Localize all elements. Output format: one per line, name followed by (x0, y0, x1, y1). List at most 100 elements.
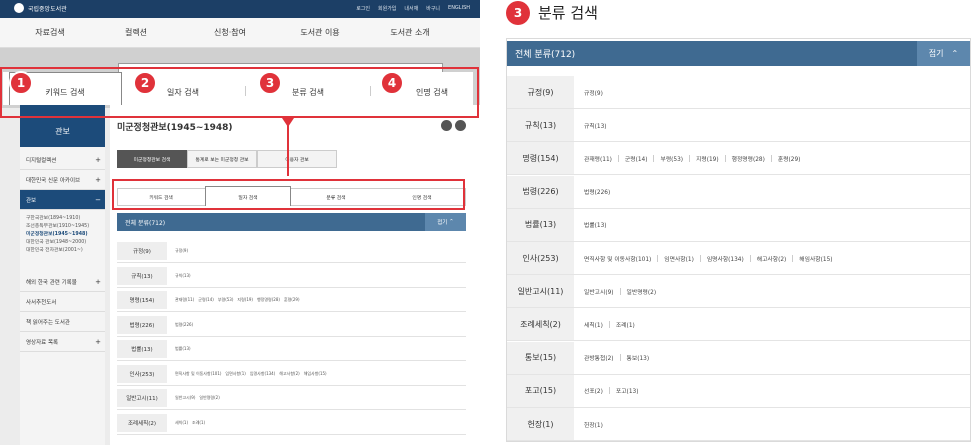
gnb-item[interactable]: 신청·참여 (214, 27, 246, 38)
lnb-sub-item[interactable]: 구한국관보(1894~1910) (26, 214, 80, 221)
category-label[interactable]: 통보(15) (507, 341, 574, 374)
small-subcategory-link[interactable]: 해고사항(2) (279, 371, 299, 377)
util-link[interactable]: 로그인 (356, 5, 370, 12)
small-subcategory-link[interactable]: 임명사항(134) (250, 371, 275, 377)
subcategory-link[interactable]: 임명사항(134) (707, 254, 744, 263)
subcategory-link[interactable]: 세칙(1) (584, 320, 603, 329)
small-subcategory-link[interactable]: 관재령(11) (175, 297, 194, 303)
gnb-item[interactable]: 컬렉션 (125, 27, 147, 38)
small-subcategory-link[interactable]: 해임사항(15) (304, 371, 327, 377)
category-label[interactable]: 규칙(13) (507, 109, 574, 142)
small-subcategory-link[interactable]: 지령(19) (237, 297, 253, 303)
gnb-item[interactable]: 자료검색 (35, 27, 64, 38)
small-category-label[interactable]: 법령(226) (117, 315, 167, 334)
subcategory-link[interactable]: 해고사항(2) (757, 254, 787, 263)
category-label[interactable]: 명령(154) (507, 142, 574, 175)
small-category-items: 규칙(13) (175, 264, 191, 288)
lnb-item[interactable]: 대한민국 신문 아카이브 + (20, 170, 105, 190)
util-link[interactable]: ENGLISH (448, 5, 470, 12)
subcategory-link[interactable]: 관방통첩(2) (584, 353, 614, 362)
small-category-label[interactable]: 명령(154) (117, 291, 167, 309)
gnb-item[interactable]: 도서관 이용 (300, 27, 339, 38)
small-subcategory-link[interactable]: 훈령(29) (284, 297, 300, 303)
subcategory-link[interactable]: 법령(226) (584, 187, 610, 196)
small-category-items: 법률(13) (175, 337, 191, 361)
small-category-label[interactable]: 일반고시(11) (117, 389, 167, 407)
small-subcategory-link[interactable]: 일반명령(2) (199, 395, 219, 401)
subcategory-link[interactable]: 통보(13) (627, 353, 650, 362)
subcategory-link[interactable]: 관재령(11) (584, 154, 612, 163)
subcategory-link[interactable]: 부령(53) (660, 154, 683, 163)
subcategory-link[interactable]: 군령(14) (625, 154, 648, 163)
subcategory-link[interactable]: 규칙(13) (584, 121, 607, 130)
small-subcategory-link[interactable]: 세칙(1) (175, 420, 188, 426)
category-label[interactable]: 헌장(1) (507, 408, 574, 440)
subtab-statistics[interactable]: 통계로 보는 미군정청 관보 (187, 150, 257, 168)
lnb-item[interactable]: 관보 − (20, 190, 105, 210)
small-subcategory-link[interactable]: 군령(14) (198, 297, 214, 303)
category-label[interactable]: 조례세칙(2) (507, 308, 574, 341)
subcategory-link[interactable]: 일반명령(2) (627, 287, 657, 296)
small-fold-button[interactable]: 접기 ⌃ (425, 213, 466, 231)
category-label[interactable]: 규정(9) (507, 76, 574, 108)
item-divider (608, 387, 610, 395)
small-subcategory-link[interactable]: 규칙(13) (175, 273, 191, 279)
subcategory-link[interactable]: 일반고시(9) (584, 287, 614, 296)
subcategory-link[interactable]: 지령(19) (696, 154, 719, 163)
small-subcategory-link[interactable]: 임면사항(1) (225, 371, 245, 377)
subcategory-link[interactable]: 해임사항(15) (799, 254, 832, 263)
util-link[interactable]: 바구니 (426, 5, 440, 12)
small-category-label[interactable]: 규정(9) (117, 242, 167, 260)
subcategory-link[interactable]: 행정명령(28) (732, 154, 765, 163)
subcategory-link[interactable]: 법률(13) (584, 220, 607, 229)
small-category-label[interactable]: 조례세칙(2) (117, 413, 167, 432)
share-icon[interactable] (455, 120, 466, 131)
subcategory-link[interactable]: 임면사항(1) (664, 254, 694, 263)
subtab-search[interactable]: 미군정청관보 검색 (117, 150, 187, 168)
lnb-item[interactable]: 책 읽어주는 도서관 (20, 312, 105, 332)
category-label[interactable]: 법령(226) (507, 175, 574, 208)
small-subcategory-link[interactable]: 조례(1) (192, 420, 205, 426)
small-subcategory-link[interactable]: 규정(9) (175, 248, 188, 254)
subcategory-link[interactable]: 포고(13) (616, 386, 639, 395)
small-category-label[interactable]: 인사(253) (117, 364, 167, 383)
item-divider (657, 254, 659, 262)
site-name[interactable]: 국립중앙도서관 (28, 4, 67, 13)
lnb-sub-item[interactable]: 미군정청관보(1945~1948) (26, 230, 88, 237)
fold-button[interactable]: 접기 ⌃ (917, 41, 970, 66)
small-subcategory-link[interactable]: 부령(53) (218, 297, 234, 303)
subcategory-link[interactable]: 훈령(29) (778, 154, 801, 163)
small-category-items: 관재령(11) 군령(14) 부령(53) 지령(19) 행정명령(28) 훈령(29) (175, 288, 300, 312)
small-category-row: 일반고시(11) 일반고시(9) 일반명령(2) (117, 386, 466, 410)
small-subcategory-link[interactable]: 법령(226) (175, 322, 193, 328)
gnb-item[interactable]: 도서관 소개 (390, 27, 429, 38)
category-label[interactable]: 일반고시(11) (507, 275, 574, 308)
lnb-sub-item[interactable]: 대한민국 전자관보(2001~) (26, 246, 83, 253)
lnb-item[interactable]: 영상자료 목록 + (20, 332, 105, 352)
lnb-sub-item[interactable]: 조선총독부관보(1910~1945) (26, 222, 89, 229)
print-icon[interactable] (441, 120, 452, 131)
small-subcategory-link[interactable]: 행정명령(28) (257, 297, 280, 303)
lnb-item[interactable]: 사서추천도서 (20, 292, 105, 312)
small-category-label[interactable]: 규칙(13) (117, 266, 167, 285)
lnb-sub-item[interactable]: 대한민국 관보(1948~2000) (26, 238, 86, 245)
subtab-user[interactable]: 이용자 관보 (257, 150, 337, 168)
lnb-item[interactable]: 디지털컬렉션 + (20, 150, 105, 170)
util-link[interactable]: 회원가입 (378, 5, 396, 12)
small-subcategory-link[interactable]: 면직사항 및 이동사항(101) (175, 371, 221, 377)
subcategory-link[interactable]: 선포(2) (584, 386, 603, 395)
lnb-item[interactable]: 해외 한국 관련 기록물 + (20, 272, 105, 292)
small-subcategory-link[interactable]: 법률(13) (175, 346, 191, 352)
subcategory-link[interactable]: 헌장(1) (584, 420, 603, 429)
subcategory-link[interactable]: 조례(1) (616, 320, 635, 329)
subcategory-link[interactable]: 규정(9) (584, 88, 603, 97)
category-label[interactable]: 인사(253) (507, 242, 574, 274)
subcategory-link[interactable]: 면직사항 및 이동사항(101) (584, 254, 651, 263)
category-items: 규칙(13) (584, 109, 607, 141)
small-category-label[interactable]: 법률(13) (117, 340, 167, 358)
category-label[interactable]: 포고(15) (507, 374, 574, 407)
category-label[interactable]: 법률(13) (507, 208, 574, 241)
util-link[interactable]: 내서재 (404, 5, 418, 12)
lnb-item-label: 관보 (26, 197, 37, 204)
small-subcategory-link[interactable]: 일반고시(9) (175, 395, 195, 401)
